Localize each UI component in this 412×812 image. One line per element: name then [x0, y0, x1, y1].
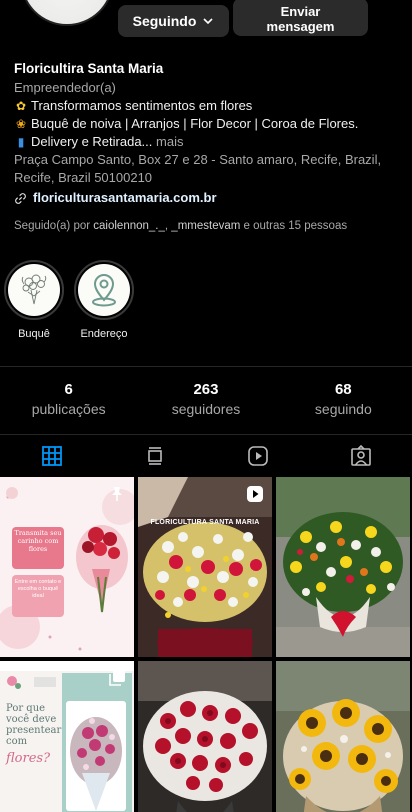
following-count: 68 — [334, 381, 352, 398]
message-button-label-line2: mensagem — [266, 19, 335, 34]
posts-grid: Transmita seu carinho com flores Entre e… — [0, 477, 412, 812]
highlight-label: Buquê — [18, 328, 50, 340]
followers-label: seguidores — [171, 401, 241, 417]
bio-more-link[interactable]: mais — [156, 134, 183, 149]
followers-count: 263 — [193, 381, 219, 398]
feed-icon — [147, 446, 162, 465]
highlight-ring — [4, 260, 64, 320]
post-photo-arrangement — [138, 477, 272, 657]
post-1-headline: Transmita seu carinho com flores — [14, 529, 62, 553]
map-pin-icon — [92, 274, 116, 307]
carousel-icon — [109, 670, 125, 686]
delivery-emoji-icon: ▮ — [17, 135, 25, 149]
address-line-1[interactable]: Praça Campo Santo, Box 27 e 28 - Santo a… — [14, 151, 404, 169]
bio-line-1: ✿ Transformamos sentimentos em flores — [14, 97, 404, 115]
post-photo-red-roses — [138, 661, 272, 812]
post-tile[interactable]: FLORICULTURA SANTA MARIA — [138, 477, 272, 657]
highlight-endereco[interactable]: Endereço — [72, 260, 136, 340]
tab-grid[interactable] — [0, 435, 103, 476]
post-graphic-pink — [0, 477, 134, 657]
profile-header: Seguindo Enviar mensagem — [0, 0, 412, 54]
post-4-script: flores? — [6, 751, 51, 766]
posts-label: publicações — [31, 401, 106, 417]
link-icon — [15, 192, 26, 204]
post-photo-colorful-bouquet — [276, 477, 410, 657]
followed-by-user-1[interactable]: caiolennon_._ — [93, 220, 165, 232]
followed-by-suffix: e outras 15 pessoas — [243, 220, 348, 232]
followed-by-user-2[interactable]: _mmestevam — [171, 220, 240, 232]
post-tile[interactable] — [138, 661, 272, 812]
bio-line-3-text: Delivery e Retirada... — [31, 134, 153, 149]
bouquet-sketch-icon — [21, 274, 47, 305]
tab-reels[interactable] — [206, 435, 309, 476]
post-tile[interactable] — [276, 661, 410, 812]
reels-icon — [247, 445, 268, 466]
following-button-label: Seguindo — [132, 13, 197, 29]
pin-icon — [112, 487, 122, 501]
highlight-buque[interactable]: Buquê — [2, 260, 66, 340]
address-line-2[interactable]: Recife, Brazil 50100210 — [14, 169, 404, 187]
stat-following[interactable]: 68 seguindo — [275, 367, 412, 434]
website-link-text: floriculturasantamaria.com.br — [33, 190, 217, 205]
chevron-down-icon — [203, 18, 213, 25]
grid-icon — [41, 445, 62, 466]
following-button[interactable]: Seguindo — [118, 5, 229, 37]
post-1-subtext: Entre em contato e escolha o buquê ideal — [14, 579, 62, 599]
highlight-ring — [74, 260, 134, 320]
bio-line-2-text: Buquê de noiva | Arranjos | Flor Decor |… — [31, 116, 359, 131]
post-photo-sunflowers — [276, 661, 410, 812]
profile-bio: Floricultira Santa Maria Empreendedor(a)… — [14, 60, 404, 207]
post-2-caption: FLORICULTURA SANTA MARIA — [150, 519, 260, 526]
post-tile[interactable]: Transmita seu carinho com flores Entre e… — [0, 477, 134, 657]
message-button[interactable]: Enviar mensagem — [233, 0, 368, 36]
profile-category: Empreendedor(a) — [14, 80, 116, 95]
posts-count: 6 — [64, 381, 73, 398]
message-button-label-line1: Enviar — [280, 4, 321, 19]
stat-followers[interactable]: 263 seguidores — [137, 367, 274, 434]
bio-line-2: ❀ Buquê de noiva | Arranjos | Flor Decor … — [14, 115, 404, 133]
post-4-headline: Por que você deve presentear com — [6, 703, 62, 747]
post-tile[interactable]: Por que você deve presentear com flores? — [0, 661, 134, 812]
avatar[interactable] — [20, 0, 114, 26]
flower-emoji-icon: ✿ — [15, 99, 27, 113]
followed-by-text[interactable]: Seguido(a) por caiolennon_._, _mmestevam… — [14, 220, 347, 232]
profile-stats: 6 publicações 263 seguidores 68 seguindo — [0, 366, 412, 434]
post-tile[interactable] — [276, 477, 410, 657]
tab-feed[interactable] — [103, 435, 206, 476]
website-link[interactable]: floriculturasantamaria.com.br — [14, 189, 404, 207]
tab-tagged[interactable] — [309, 435, 412, 476]
followed-by-prefix: Seguido(a) por — [14, 220, 91, 232]
profile-name: Floricultira Santa Maria — [14, 61, 164, 76]
highlight-label: Endereço — [80, 328, 128, 340]
reel-icon — [247, 486, 263, 502]
profile-tabs — [0, 434, 412, 476]
following-label: seguindo — [314, 401, 372, 417]
bio-line-3: ▮ Delivery e Retirada... mais — [14, 133, 404, 151]
sunflower-emoji-icon: ❀ — [15, 117, 27, 131]
bio-line-1-text: Transformamos sentimentos em flores — [31, 98, 253, 113]
tagged-icon — [350, 444, 371, 466]
stat-posts[interactable]: 6 publicações — [0, 367, 137, 434]
